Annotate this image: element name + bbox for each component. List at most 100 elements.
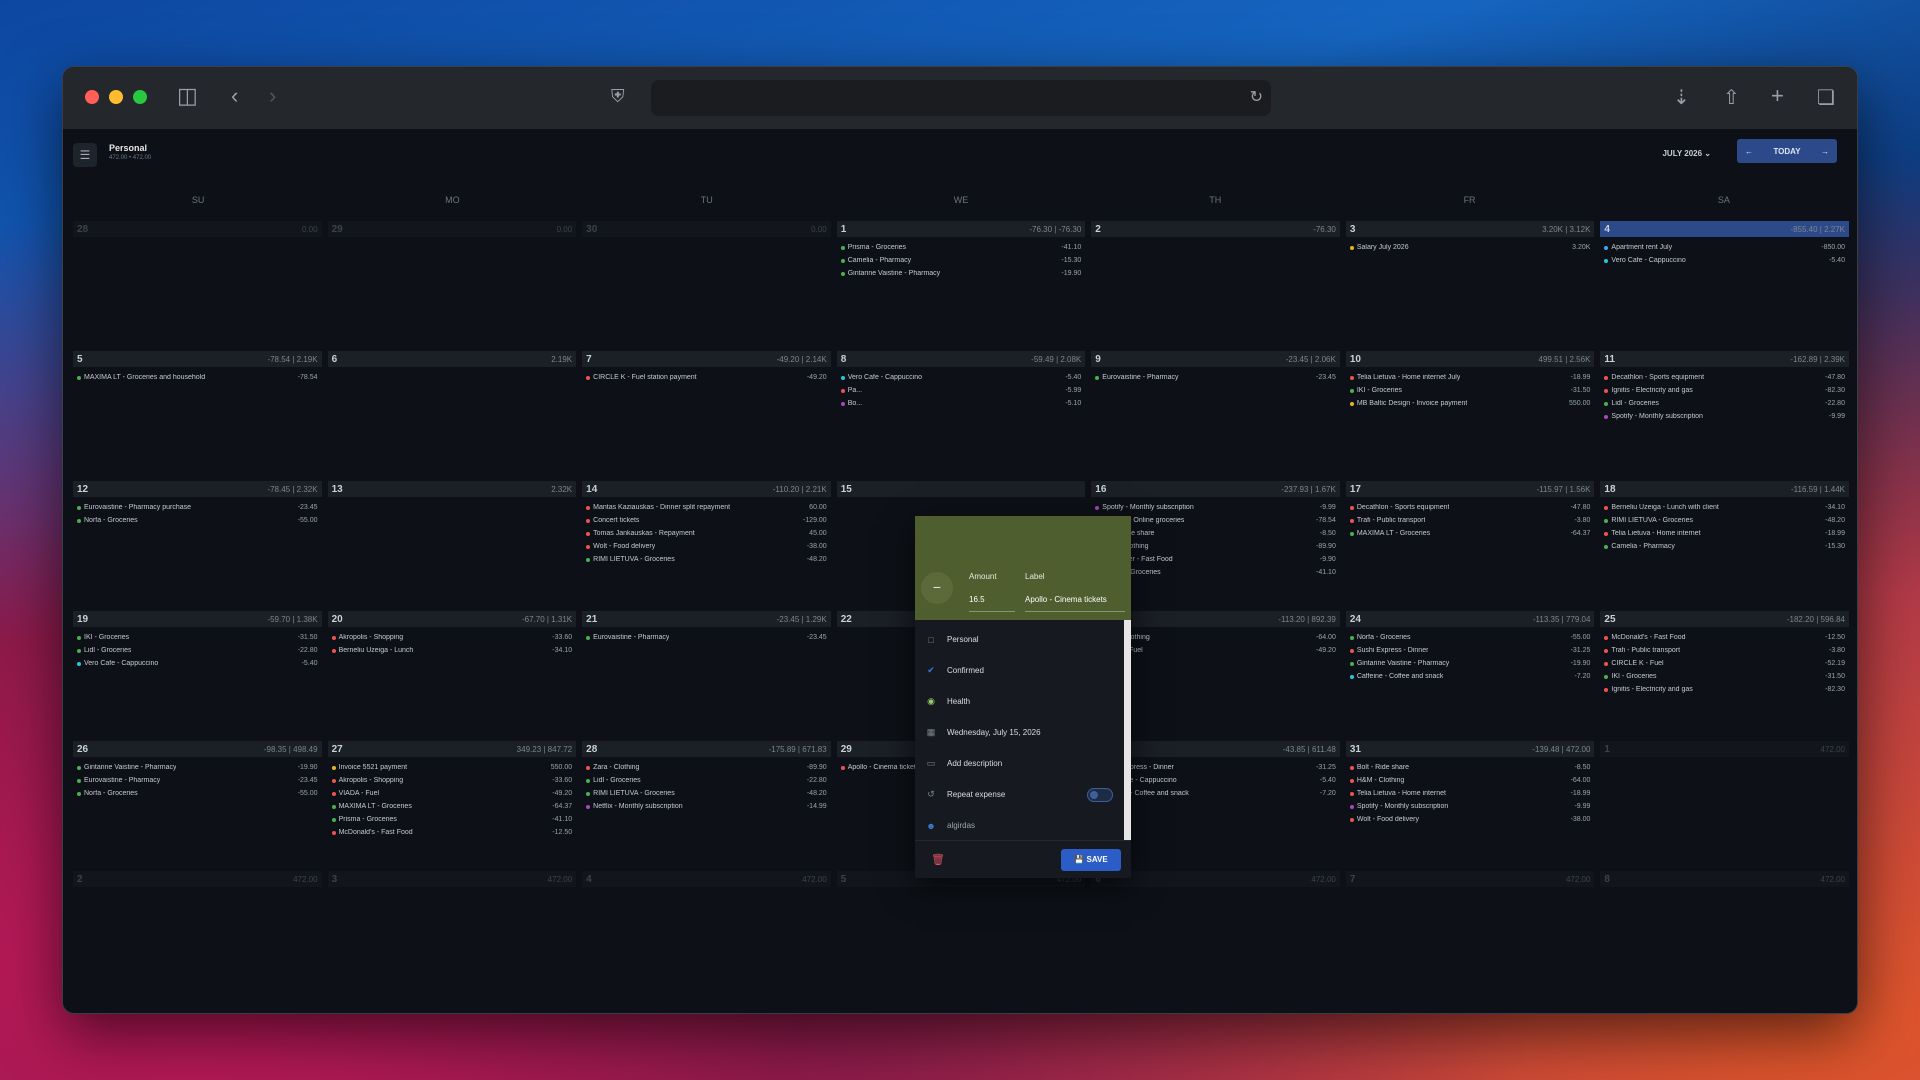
transaction-item[interactable]: Sushi Express - Dinner -31.25 [1349, 644, 1590, 657]
day-cell[interactable]: 3 472.00 [327, 871, 577, 1001]
close-window-button[interactable] [85, 90, 99, 104]
previous-month-icon[interactable]: ← [1745, 147, 1753, 156]
day-cell[interactable]: 12 -78.45 | 2.32K Eurovaistine - Pharmacy … [73, 481, 322, 611]
trash-icon[interactable]: 🗑 [931, 853, 945, 866]
description-field[interactable]: ▭ Add description [925, 748, 1121, 779]
transaction-item[interactable]: RIMI LIETUVA - Groceries -48.20 [586, 787, 827, 800]
day-cell[interactable]: 24 -113.35 | 779.04 Norfa - Groceries -55.0… [1345, 611, 1595, 741]
status-field[interactable]: ✔ Confirmed [925, 655, 1121, 686]
day-cell[interactable]: 1 -76.30 | -76.30 Prisma - Groceries -41.10… [836, 221, 1086, 351]
transaction-item[interactable]: Gintarine Vaistine - Pharmacy -19.90 [1349, 657, 1590, 670]
share-icon[interactable]: ⇧ [1723, 85, 1740, 110]
transaction-item[interactable]: VIADA - Fuel-49.20 [1095, 644, 1336, 657]
today-button[interactable]: TODAY [1773, 147, 1800, 156]
day-cell[interactable]: 25 -182.20 | 596.84 McDonald's - Fast Food… [1600, 611, 1849, 741]
transaction-item[interactable]: Spotify - Monthly subscription -9.99 [1604, 410, 1845, 423]
transaction-item[interactable]: CIRCLE K - Fuel station payment -49.20 [586, 371, 827, 384]
transaction-item[interactable]: Bo... -5.10 [840, 397, 1081, 410]
transaction-item[interactable]: Trafi - Public transport -3.80 [1604, 644, 1845, 657]
reload-icon[interactable]: ↻ [1250, 87, 1263, 107]
day-cell[interactable]: 21 -23.45 | 1.29K Eurovaistine - Pharmacy -… [582, 611, 831, 741]
day-cell[interactable]: 11 -162.89 | 2.39K Decathlon - Sports equi… [1600, 351, 1849, 481]
day-cell[interactable]: 13 2.32K [327, 481, 577, 611]
day-cell[interactable]: 28 -175.89 | 671.83 Zara - Clothing -89.90 L… [582, 741, 831, 871]
day-cell[interactable]: 19 -59.70 | 1.38K IKI - Groceries -31.50 Lid… [73, 611, 322, 741]
transaction-item[interactable]: Vero Cafe - Cappuccino -5.40 [1604, 254, 1845, 267]
sidebar-toggle-icon[interactable]: ◫ [177, 83, 198, 109]
new-tab-icon[interactable]: + [1771, 83, 1784, 109]
transaction-item[interactable]: Eurovaistine - Pharmacy -23.45 [586, 631, 827, 644]
transaction-item[interactable]: Telia Lietuva - Home internet -18.99 [1349, 787, 1590, 800]
transaction-item[interactable]: Sushi Express - Dinner -31.25 [1095, 761, 1336, 774]
save-button[interactable]: 💾 SAVE [1061, 849, 1121, 871]
shield-icon[interactable]: ⛨ [611, 86, 625, 107]
transaction-item[interactable]: Eurovaistine - Pharmacy -23.45 [1095, 371, 1336, 384]
transaction-item[interactable]: Berneliu Uzeiga - Lunch -34.10 [331, 644, 572, 657]
user-field[interactable]: ☻ algirdas [925, 810, 1121, 841]
transaction-item[interactable]: Lidl - Groceries -22.80 [77, 644, 318, 657]
menu-icon[interactable]: ☰ [73, 143, 97, 167]
transaction-item[interactable]: Hesburger - Fast Food -9.90 [1095, 553, 1336, 566]
transaction-item[interactable]: Barbora - Online groceries -78.54 [1095, 514, 1336, 527]
account-name[interactable]: Personal [109, 143, 147, 153]
category-field[interactable]: ◉ Health [925, 686, 1121, 717]
day-cell[interactable]: 28 0.00 [73, 221, 322, 351]
transaction-item[interactable]: Akropolis - Shopping -33.60 [331, 631, 572, 644]
day-cell[interactable]: 17 -115.97 | 1.56K Decathlon - Sports equi… [1345, 481, 1595, 611]
day-cell[interactable]: 8 -59.49 | 2.08K Vero Cafe - Cappuccino -5.… [836, 351, 1086, 481]
zoom-window-button[interactable] [133, 90, 147, 104]
transaction-item[interactable]: Tomas Jankauskas - Repayment 45.00 [586, 527, 827, 540]
transaction-item[interactable]: H&M - Clothing -64.00 [1349, 774, 1590, 787]
repeat-toggle[interactable] [1087, 788, 1113, 802]
transaction-item[interactable]: Norfa - Groceries -55.00 [1349, 631, 1590, 644]
transaction-item[interactable]: RIMI LIETUVA - Groceries -48.20 [1604, 514, 1845, 527]
day-cell[interactable]: 6 2.19K [327, 351, 577, 481]
transaction-item[interactable]: MB Baltic Design - Invoice payment 550.00 [1349, 397, 1590, 410]
transaction-item[interactable]: Spotify - Monthly subscription -9.99 [1095, 501, 1336, 514]
transaction-item[interactable]: IKI - Groceries -31.50 [1604, 670, 1845, 683]
transaction-item[interactable]: Prisma - Groceries -41.10 [331, 813, 572, 826]
transaction-item[interactable]: IKI - Groceries -31.50 [1349, 384, 1590, 397]
transaction-item[interactable]: RIMI LIETUVA - Groceries -48.20 [586, 553, 827, 566]
day-cell[interactable]: 30 0.00 [582, 221, 831, 351]
transaction-item[interactable]: Ignitis - Electricity and gas -82.30 [1604, 384, 1845, 397]
transaction-item[interactable]: Spotify - Monthly subscription -9.99 [1349, 800, 1590, 813]
day-cell[interactable]: 2 472.00 [73, 871, 322, 1001]
day-cell[interactable]: 31 -139.48 | 472.00 Bolt - Ride share -8.50… [1345, 741, 1595, 871]
transaction-item[interactable]: Vero Cafe - Cappuccino -5.40 [840, 371, 1081, 384]
transaction-item[interactable]: MAXIMA LT - Groceries -64.37 [331, 800, 572, 813]
transaction-item[interactable]: Eurovaistine - Pharmacy -23.45 [77, 774, 318, 787]
day-cell[interactable]: 10 499.51 | 2.56K Telia Lietuva - Home int… [1345, 351, 1595, 481]
amount-input[interactable]: 16.5 [969, 588, 1015, 612]
transaction-item[interactable]: CIRCLE K - Fuel -52.19 [1604, 657, 1845, 670]
day-cell[interactable]: 14 -110.20 | 2.21K Mantas Kaziauskas - Din… [582, 481, 831, 611]
transaction-item[interactable]: Caffeine - Coffee and snack -7.20 [1349, 670, 1590, 683]
transaction-item[interactable]: Decathlon - Sports equipment -47.80 [1604, 371, 1845, 384]
transaction-item[interactable]: Zara - Clothing-89.90 [1095, 540, 1336, 553]
day-cell[interactable]: 29 0.00 [327, 221, 577, 351]
transaction-item[interactable]: Salary July 2026 3.20K [1349, 241, 1590, 254]
back-icon[interactable]: ‹ [231, 83, 238, 109]
minimize-window-button[interactable] [109, 90, 123, 104]
transaction-item[interactable]: Zara - Clothing-89.90 [586, 761, 827, 774]
day-cell[interactable]: 9 -23.45 | 2.06K Eurovaistine - Pharmacy -2… [1091, 351, 1340, 481]
transaction-item[interactable]: Trafi - Public transport -3.80 [1349, 514, 1590, 527]
day-cell[interactable]: 7 472.00 [1345, 871, 1595, 1001]
transaction-item[interactable]: Norfa - Groceries -55.00 [77, 514, 318, 527]
day-cell[interactable]: 27 349.23 | 847.72 Invoice 5521 payment 550… [327, 741, 577, 871]
transaction-item[interactable]: Camelia - Pharmacy -15.30 [840, 254, 1081, 267]
day-cell[interactable]: 5 472.00 [836, 871, 1086, 1001]
month-selector[interactable]: JULY 2026 ⌄ [1662, 149, 1711, 158]
day-cell[interactable]: 7 -49.20 | 2.14K CIRCLE K - Fuel station p… [582, 351, 831, 481]
transaction-item[interactable]: Caffeine - Coffee and snack -7.20 [1095, 787, 1336, 800]
day-cell[interactable]: 4 472.00 [582, 871, 831, 1001]
day-cell[interactable]: 2 -76.30 [1091, 221, 1340, 351]
day-cell[interactable]: 26 -98.35 | 498.49 Gintarine Vaistine - Ph… [73, 741, 322, 871]
transaction-item[interactable]: Lidl - Groceries -22.80 [1604, 397, 1845, 410]
transaction-item[interactable]: Prisma - Groceries -41.10 [840, 241, 1081, 254]
date-field[interactable]: ▦ Wednesday, July 15, 2026 [925, 717, 1121, 748]
transaction-item[interactable]: Ignitis - Electricity and gas -82.30 [1604, 683, 1845, 696]
day-cell[interactable]: 3 3.20K | 3.12K Salary July 2026 3.20K [1345, 221, 1595, 351]
day-cell[interactable]: 4 -855.40 | 2.27K Apartment rent July -850.… [1600, 221, 1849, 351]
day-cell[interactable]: 6 472.00 [1091, 871, 1340, 1001]
